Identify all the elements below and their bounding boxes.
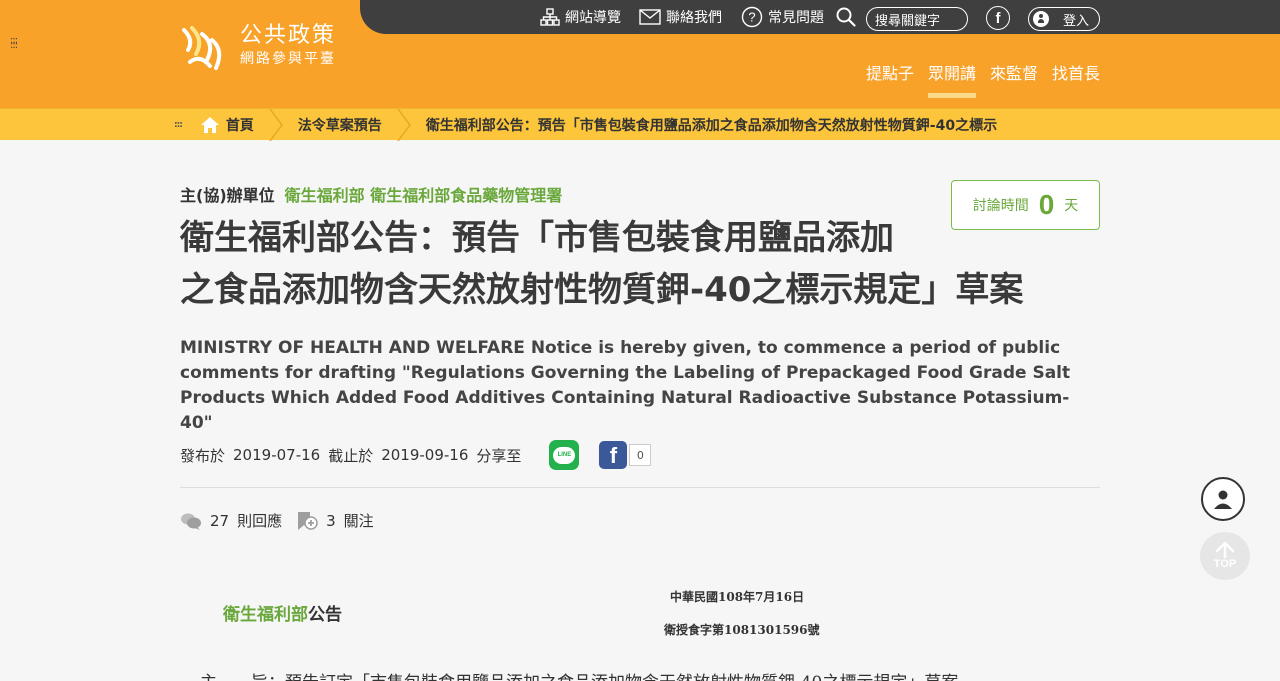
breadcrumb-section[interactable]: 法令草案預告: [298, 115, 382, 135]
breadcrumb-separator: [397, 109, 411, 141]
main-nav: 提點子 眾開講 來監督 找首長: [866, 60, 1100, 98]
breadcrumb: ::: 首頁 法令草案預告 衛生福利部公告：預告「市售包裝食用鹽品添加之食品添加…: [0, 108, 1280, 141]
comments-count: 27: [210, 511, 230, 530]
back-to-top-button[interactable]: TOP: [1200, 532, 1250, 580]
question-icon: ?: [741, 6, 763, 28]
deadline-date: 2019-09-16: [381, 446, 469, 464]
title-line-2: 之食品添加物含天然放射性物質鉀-40之標示規定」草案: [180, 270, 1024, 310]
follow-count: 3: [326, 511, 336, 530]
document-issuer-suffix: 公告: [308, 605, 342, 625]
faq-link[interactable]: ? 常見問題: [741, 0, 824, 34]
login-button[interactable]: 登入: [1028, 7, 1100, 31]
published-date: 2019-07-16: [233, 446, 321, 464]
faq-label: 常見問題: [768, 10, 824, 26]
breadcrumb-separator: [269, 109, 283, 141]
facebook-icon[interactable]: f: [986, 6, 1010, 30]
breadcrumb-home[interactable]: 首頁: [226, 115, 254, 135]
arrow-up-icon: [1215, 542, 1235, 558]
nav-discuss[interactable]: 眾開講: [927, 60, 976, 98]
engagement-stats: 27 則回應 3 關注: [180, 510, 388, 531]
svg-text:?: ?: [748, 10, 755, 25]
line-icon: LINE: [553, 446, 576, 464]
organizer-value: 衛生福利部 衛生福利部食品藥物管理署: [284, 186, 563, 205]
menu-dots-icon[interactable]: ::::::: [10, 36, 18, 51]
user-icon: [1214, 490, 1232, 509]
logo-subtitle: 網路參與平臺: [240, 51, 336, 67]
deadline-label: 截止於: [328, 446, 374, 465]
site-header: :::::: 公共政策 網路參與平臺 網站導覽 聯絡我們 ? 常見問題 搜尋關鍵…: [0, 0, 1280, 108]
search-input[interactable]: 搜尋關鍵字: [866, 7, 968, 31]
logo-title: 公共政策: [240, 23, 337, 48]
user-menu-button[interactable]: [1201, 477, 1245, 521]
document-number: 衛授食字第1081301596號: [664, 623, 820, 637]
document-issuer: 衛生福利部公告: [223, 600, 342, 625]
share-label: 分享至: [476, 446, 522, 465]
breadcrumb-dots-icon: :::: [174, 120, 183, 130]
follow-label[interactable]: 關注: [344, 510, 374, 531]
back-to-top-label: TOP: [1213, 558, 1237, 570]
user-icon: [1033, 11, 1049, 27]
document-issuer-name: 衛生福利部: [223, 605, 308, 625]
mail-icon: [639, 9, 661, 25]
sitemap-label: 網站導覽: [565, 10, 621, 26]
search-button[interactable]: [836, 0, 861, 34]
page-title: 衛生福利部公告：預告「市售包裝食用鹽品添加 之食品添加物含天然放射性物質鉀-40…: [180, 212, 1080, 316]
nav-ideas[interactable]: 提點子: [866, 60, 914, 98]
utility-bar: 網站導覽 聯絡我們 ? 常見問題: [360, 0, 1280, 34]
login-label: 登入: [1063, 13, 1090, 29]
document-date: 中華民國108年7月16日: [670, 590, 805, 604]
comments-label[interactable]: 則回應: [237, 510, 282, 531]
sitemap-icon: [540, 8, 560, 26]
breadcrumb-current: 衛生福利部公告：預告「市售包裝食用鹽品添加之食品添加物含天然放射性物質鉀-40之…: [425, 118, 998, 134]
follow-icon[interactable]: [296, 511, 318, 531]
contact-label: 聯絡我們: [666, 10, 722, 26]
comments-icon: [181, 513, 201, 530]
nav-officials[interactable]: 找首長: [1052, 60, 1100, 98]
english-title: MINISTRY OF HEALTH AND WELFARE Notice is…: [180, 338, 1071, 433]
site-logo[interactable]: 公共政策 網路參與平臺: [180, 22, 336, 72]
home-icon: [200, 117, 219, 133]
logo-icon: [182, 26, 222, 70]
organizer-label: 主(協)辦單位: [180, 186, 275, 205]
facebook-share-count: 0: [629, 444, 652, 466]
facebook-share-button[interactable]: f: [599, 441, 628, 469]
nav-monitor[interactable]: 來監督: [990, 60, 1038, 98]
date-share-row: 發布於 2019-07-16 截止於 2019-09-16 分享至 LINE f…: [180, 440, 652, 470]
line-share-button[interactable]: LINE: [549, 440, 580, 470]
title-line-1: 衛生福利部公告：預告「市售包裝食用鹽品添加: [180, 218, 894, 258]
divider: [180, 487, 1100, 488]
organizer: 主(協)辦單位 衛生福利部 衛生福利部食品藥物管理署: [180, 182, 562, 206]
document-subject: 主 旨：預告訂定「市售包裝食用鹽品添加之食品添加物含天然放射性物質鉀-40之標示…: [200, 668, 975, 681]
published-label: 發布於: [180, 446, 226, 465]
sitemap-link[interactable]: 網站導覽: [540, 0, 621, 34]
contact-link[interactable]: 聯絡我們: [639, 0, 722, 34]
search-icon: [836, 7, 856, 27]
